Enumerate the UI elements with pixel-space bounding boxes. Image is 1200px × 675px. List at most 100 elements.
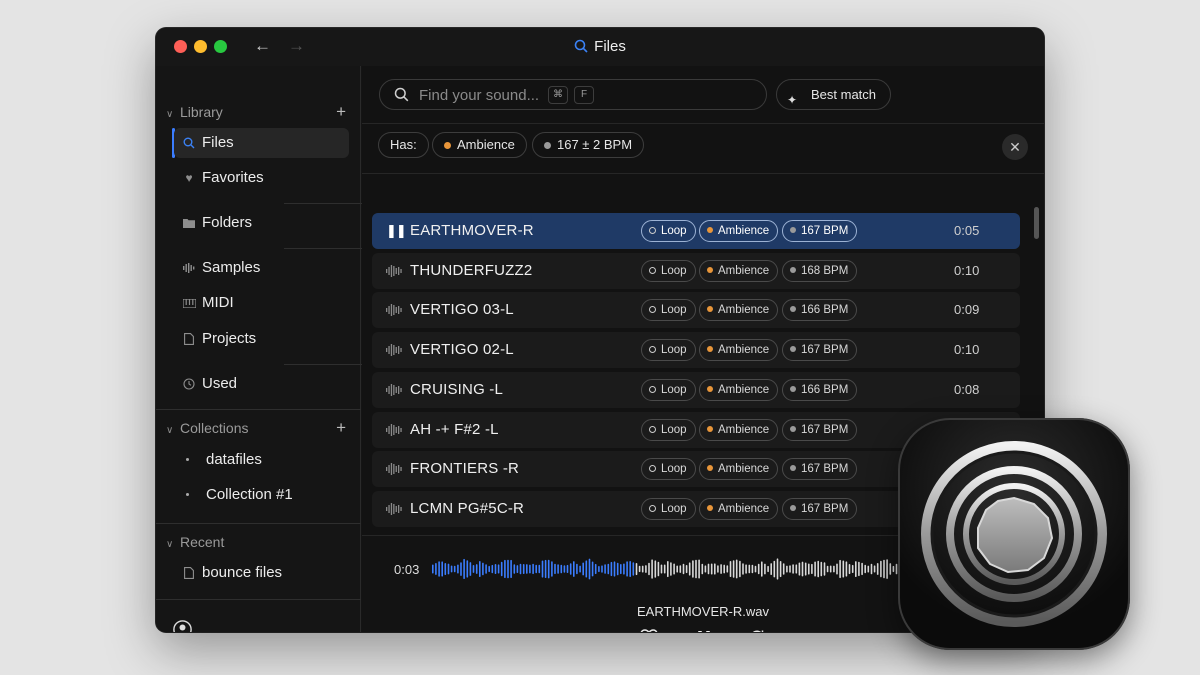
bpm-tag[interactable]: 168 BPM: [782, 259, 858, 282]
ambience-tag[interactable]: Ambience: [699, 458, 779, 481]
pause-icon[interactable]: ❚❚: [386, 223, 407, 239]
ambience-tag[interactable]: Ambience: [699, 220, 779, 242]
loop-tag[interactable]: Loop: [641, 497, 696, 520]
waveform-bar: [761, 561, 763, 577]
gray-dot-icon: [790, 346, 796, 353]
waveform-icon[interactable]: [386, 502, 402, 515]
sidebar-item-midi[interactable]: MIDI: [174, 288, 349, 318]
loop-icon[interactable]: [748, 629, 766, 632]
bpm-tag[interactable]: 167 BPM: [782, 497, 858, 520]
waveform-bar: [645, 565, 647, 573]
collection-item[interactable]: Collection #1: [178, 480, 353, 510]
waveform-icon[interactable]: [386, 383, 402, 396]
waveform-bar: [541, 560, 544, 578]
tag-label: Loop: [661, 423, 687, 436]
waveform-bar: [585, 560, 588, 578]
account-icon[interactable]: [173, 620, 192, 632]
heart-icon: ♥: [185, 171, 193, 185]
previous-track-icon[interactable]: [668, 631, 682, 632]
loop-tag[interactable]: Loop: [641, 259, 696, 282]
loop-tag[interactable]: Loop: [641, 339, 696, 362]
file-row[interactable]: VERTIGO 02-L Loop Ambience 167 BPM 0:10: [372, 332, 1020, 369]
clear-filters-button[interactable]: ✕: [1002, 134, 1028, 160]
bpm-tag[interactable]: 166 BPM: [782, 378, 858, 401]
waveform-bar: [547, 559, 550, 579]
loop-tag[interactable]: Loop: [641, 458, 696, 481]
waveform-bar: [551, 561, 553, 577]
filter-chip-bpm[interactable]: 167 ± 2 BPM: [532, 132, 645, 158]
piano-icon: [182, 288, 196, 318]
library-section-header[interactable]: ∨ Library: [166, 104, 223, 120]
bpm-tag[interactable]: 167 BPM: [782, 339, 858, 362]
document-icon: [182, 558, 196, 588]
waveform-bar: [673, 563, 675, 575]
file-row[interactable]: THUNDERFUZZ2 Loop Ambience 168 BPM 0:10: [372, 252, 1020, 289]
add-library-button[interactable]: +: [336, 102, 346, 122]
sidebar-item-files[interactable]: Files: [174, 128, 349, 158]
waveform-bar: [519, 563, 522, 575]
ambience-tag[interactable]: Ambience: [699, 299, 779, 322]
waveform-bar: [670, 562, 672, 576]
loop-tag[interactable]: Loop: [641, 220, 696, 242]
collections-section-header[interactable]: ∨ Collections: [166, 420, 248, 436]
bpm-tag[interactable]: 166 BPM: [782, 299, 858, 322]
scrollbar[interactable]: [1034, 207, 1039, 239]
file-name: VERTIGO 02-L: [410, 341, 514, 359]
waveform-bar: [707, 563, 710, 575]
sidebar-item-samples[interactable]: Samples: [174, 253, 349, 283]
bpm-tag[interactable]: 167 BPM: [782, 458, 858, 481]
loop-tag[interactable]: Loop: [641, 299, 696, 322]
ambience-tag[interactable]: Ambience: [699, 339, 779, 362]
search-field[interactable]: Find your sound... ⌘ F: [379, 79, 767, 110]
waveform-bar: [710, 563, 713, 575]
waveform-bar: [773, 560, 776, 578]
file-row[interactable]: VERTIGO 03-L Loop Ambience 166 BPM 0:09: [372, 292, 1020, 329]
bpm-tag[interactable]: 167 BPM: [782, 418, 858, 441]
recent-section-header[interactable]: ∨ Recent: [166, 534, 224, 550]
waveform-bar: [488, 565, 490, 573]
file-duration: 0:10: [954, 342, 980, 358]
file-row[interactable]: ❚❚ EARTHMOVER-R Loop Ambience 167 BPM 0:05: [372, 213, 1020, 249]
filter-chip-ambience[interactable]: Ambience: [432, 132, 527, 158]
pause-icon[interactable]: [696, 630, 712, 632]
waveform-bar: [820, 561, 823, 577]
waveform-icon[interactable]: [386, 264, 402, 277]
waveform-bar: [886, 559, 888, 579]
collection-item[interactable]: datafiles: [178, 445, 353, 475]
sort-button[interactable]: ✦ Best match: [776, 79, 891, 110]
ambience-tag[interactable]: Ambience: [699, 378, 779, 401]
waveform-icon[interactable]: [386, 423, 402, 436]
waveform-icon[interactable]: [386, 344, 402, 357]
ambience-tag[interactable]: Ambience: [699, 418, 779, 441]
waveform-bar: [651, 559, 653, 579]
recent-item[interactable]: bounce files: [174, 558, 349, 588]
loop-tag[interactable]: Loop: [641, 418, 696, 441]
file-row[interactable]: CRUISING -L Loop Ambience 166 BPM 0:08: [372, 371, 1020, 408]
next-track-icon[interactable]: [724, 631, 738, 632]
sidebar-item-projects[interactable]: Projects: [174, 324, 349, 354]
waveform-scrubber[interactable]: [432, 556, 902, 582]
waveform-bar: [864, 564, 866, 574]
add-collection-button[interactable]: +: [336, 418, 346, 438]
command-key-hint: ⌘: [548, 86, 568, 104]
waveform-bar: [629, 561, 631, 577]
waveform-bar: [626, 561, 628, 577]
waveform-bar: [632, 562, 635, 576]
ambience-tag[interactable]: Ambience: [699, 259, 779, 282]
bpm-tag[interactable]: 167 BPM: [782, 220, 858, 242]
waveform-icon[interactable]: [386, 304, 402, 317]
waveform-icon[interactable]: [386, 463, 402, 476]
tag-label: Loop: [661, 304, 687, 317]
search-input[interactable]: Find your sound...: [419, 87, 539, 104]
waveform-bar: [889, 563, 892, 575]
waveform-bar: [695, 559, 697, 579]
orange-dot-icon: [707, 346, 713, 353]
heart-icon[interactable]: [640, 629, 658, 632]
sidebar-item-used[interactable]: Used: [174, 369, 349, 399]
loop-tag[interactable]: Loop: [641, 378, 696, 401]
sidebar-item-favorites[interactable]: ♥ Favorites: [174, 163, 349, 193]
sidebar-item-folders[interactable]: Folders: [174, 208, 349, 238]
ambience-tag[interactable]: Ambience: [699, 497, 779, 520]
waveform-bar: [717, 565, 719, 573]
waveform-bar: [786, 565, 788, 573]
